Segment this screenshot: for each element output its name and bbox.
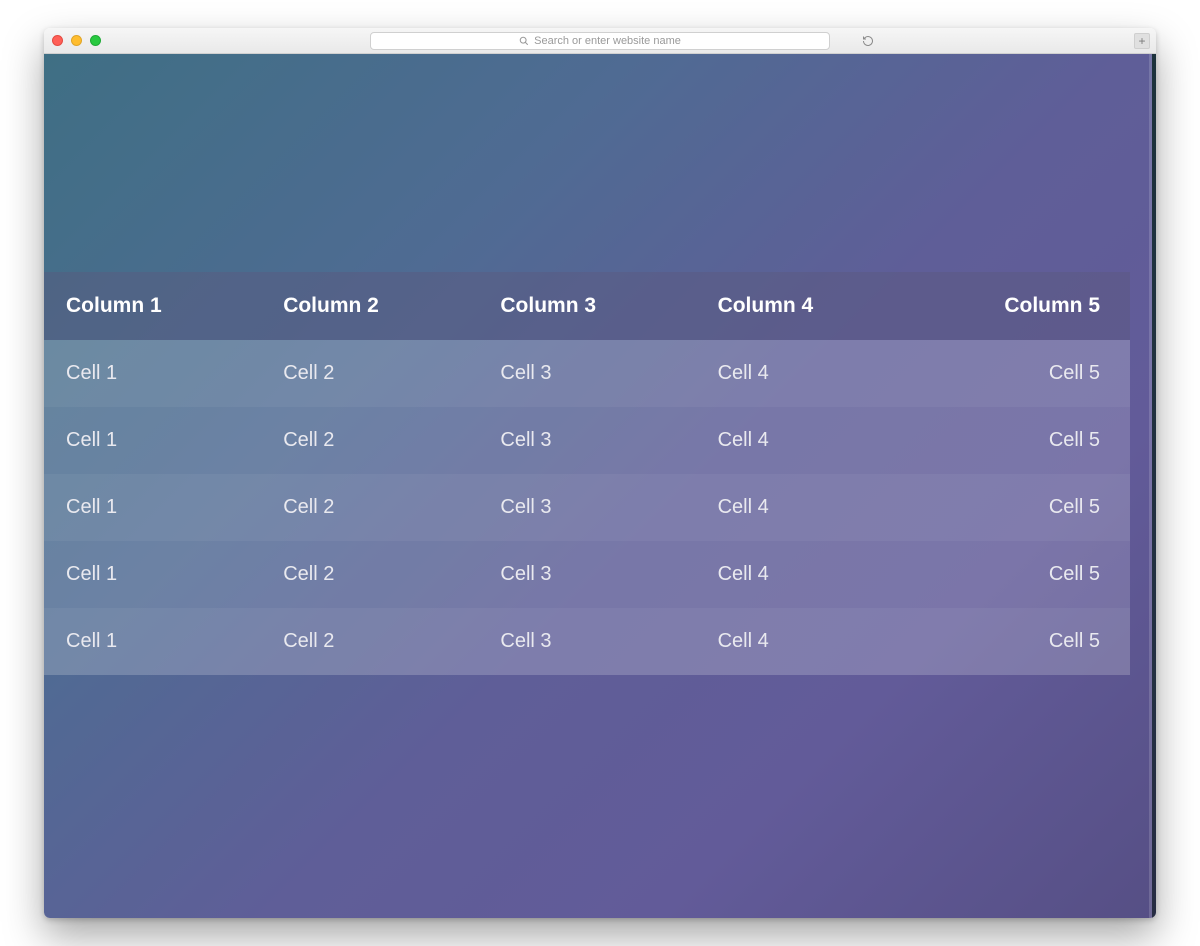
table-cell: Cell 2 (261, 608, 478, 675)
table-cell: Cell 2 (261, 340, 478, 407)
browser-titlebar: Search or enter website name + (44, 28, 1156, 54)
table-cell: Cell 3 (478, 340, 695, 407)
table-cell: Cell 1 (44, 541, 261, 608)
table-cell: Cell 5 (913, 340, 1130, 407)
table-cell: Cell 4 (696, 340, 913, 407)
table-cell: Cell 4 (696, 608, 913, 675)
table-cell: Cell 3 (478, 474, 695, 541)
table-cell: Cell 3 (478, 541, 695, 608)
fullscreen-icon[interactable] (90, 35, 101, 46)
table-row: Cell 1 Cell 2 Cell 3 Cell 4 Cell 5 (44, 407, 1130, 474)
table-cell: Cell 5 (913, 407, 1130, 474)
table-cell: Cell 1 (44, 474, 261, 541)
table-cell: Cell 4 (696, 474, 913, 541)
window-controls (52, 35, 101, 46)
close-icon[interactable] (52, 35, 63, 46)
table-header-row: Column 1 Column 2 Column 3 Column 4 Colu… (44, 272, 1130, 340)
table-row: Cell 1 Cell 2 Cell 3 Cell 4 Cell 5 (44, 608, 1130, 675)
table-row: Cell 1 Cell 2 Cell 3 Cell 4 Cell 5 (44, 340, 1130, 407)
data-table: Column 1 Column 2 Column 3 Column 4 Colu… (44, 272, 1130, 675)
new-tab-button[interactable]: + (1134, 33, 1150, 49)
column-header: Column 1 (44, 272, 261, 340)
minimize-icon[interactable] (71, 35, 82, 46)
table-row: Cell 1 Cell 2 Cell 3 Cell 4 Cell 5 (44, 474, 1130, 541)
column-header: Column 3 (478, 272, 695, 340)
search-icon (519, 36, 529, 46)
column-header: Column 5 (913, 272, 1130, 340)
table-cell: Cell 4 (696, 407, 913, 474)
table-cell: Cell 1 (44, 340, 261, 407)
table-cell: Cell 2 (261, 541, 478, 608)
page-viewport: Column 1 Column 2 Column 3 Column 4 Colu… (44, 54, 1156, 918)
table-cell: Cell 1 (44, 407, 261, 474)
table-row: Cell 1 Cell 2 Cell 3 Cell 4 Cell 5 (44, 541, 1130, 608)
table-cell: Cell 2 (261, 474, 478, 541)
table-cell: Cell 1 (44, 608, 261, 675)
table-cell: Cell 3 (478, 407, 695, 474)
table-cell: Cell 2 (261, 407, 478, 474)
table-cell: Cell 5 (913, 474, 1130, 541)
address-bar[interactable]: Search or enter website name (370, 32, 830, 50)
browser-window: Search or enter website name + Column 1 … (44, 28, 1156, 918)
table-cell: Cell 5 (913, 608, 1130, 675)
column-header: Column 2 (261, 272, 478, 340)
table-cell: Cell 3 (478, 608, 695, 675)
column-header: Column 4 (696, 272, 913, 340)
reload-icon[interactable] (860, 33, 876, 49)
address-placeholder: Search or enter website name (534, 35, 681, 47)
table-cell: Cell 5 (913, 541, 1130, 608)
table-cell: Cell 4 (696, 541, 913, 608)
